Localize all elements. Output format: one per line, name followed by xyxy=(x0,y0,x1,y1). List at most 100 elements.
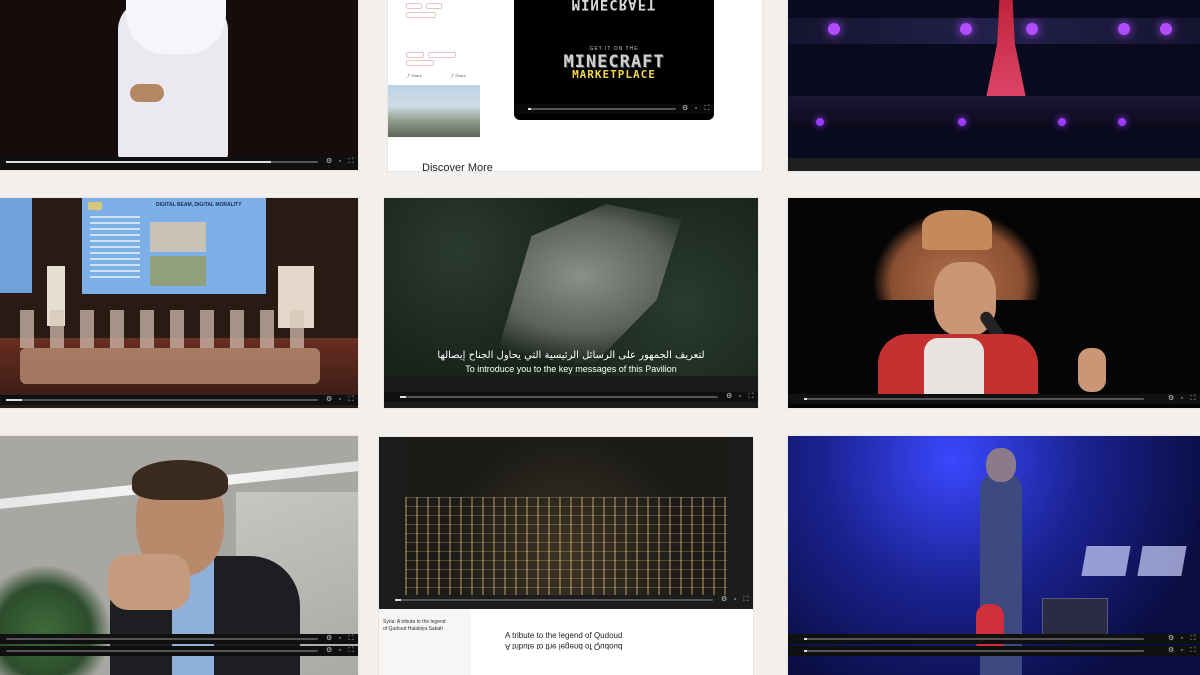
fullscreen-icon[interactable]: ⛶ xyxy=(348,396,354,403)
video-tile-pavilion[interactable]: لتعريف الجمهور على الرسائل الرئيسية التي… xyxy=(384,198,758,408)
fullscreen-icon[interactable]: ⛶ xyxy=(1190,635,1196,642)
video-control-bar-2: ⚙ ▫ ⛶ xyxy=(0,646,358,656)
settings-icon[interactable]: ⚙ xyxy=(326,647,332,654)
pip-icon[interactable]: ▫ xyxy=(337,396,343,403)
tag-chip[interactable] xyxy=(406,3,422,9)
settings-icon[interactable]: ⚙ xyxy=(726,393,732,400)
video-tile-speaker[interactable]: ⚙ ▫ ⛶ xyxy=(0,0,358,170)
man-hair xyxy=(132,460,228,500)
video-call-panel-2 xyxy=(150,256,206,286)
settings-icon[interactable]: ⚙ xyxy=(326,158,332,165)
video-control-bar: ⚙ ▫ ⛶ xyxy=(0,395,358,405)
side-screen xyxy=(0,198,32,293)
stage-lights-row xyxy=(788,18,1200,44)
progress-track[interactable] xyxy=(6,399,318,401)
singer-hand xyxy=(1078,348,1106,392)
hat-crown xyxy=(922,210,992,250)
panelists xyxy=(20,310,310,348)
video-control-bar: ⚙ ▫ ⛶ xyxy=(379,595,753,605)
fullscreen-icon[interactable]: ⛶ xyxy=(1190,647,1196,654)
settings-icon[interactable]: ⚙ xyxy=(1168,395,1174,402)
video-call-panel-1 xyxy=(150,222,206,252)
city-aerial xyxy=(405,437,727,595)
screen-logo xyxy=(88,202,102,210)
video-tile-city-night[interactable]: ⚙ ▫ ⛶ Syria: A tribute to the legend of … xyxy=(379,437,753,675)
building-thumbnail[interactable] xyxy=(388,85,480,137)
video-tile-harmonica[interactable]: ⚙ ▫ ⛶ ⚙ ▫ ⛶ xyxy=(0,436,358,675)
music-stand-2 xyxy=(1137,546,1187,576)
share-link[interactable]: ⤴ Share xyxy=(406,73,422,79)
main-projection-screen: DIGITAL BEAM, DIGITAL MORALITY xyxy=(82,198,266,294)
progress-track[interactable] xyxy=(804,398,1144,400)
pip-icon[interactable]: ▫ xyxy=(337,635,343,642)
settings-icon[interactable]: ⚙ xyxy=(1168,647,1174,654)
fullscreen-icon[interactable]: ⛶ xyxy=(348,158,354,165)
tag-chip[interactable] xyxy=(428,52,456,58)
subtitle-arabic: لتعريف الجمهور على الرسائل الرئيسية التي… xyxy=(437,350,705,361)
legend-title-mirrored: A tribute to the legend of Qudoud xyxy=(505,642,623,651)
progress-track[interactable] xyxy=(6,161,318,163)
video-tile-panel-discussion[interactable]: DIGITAL BEAM, DIGITAL MORALITY ⚙ ▫ ⛶ xyxy=(0,198,358,408)
legend-caption-left: Syria: A tribute to the legend of Qudoud… xyxy=(379,609,471,675)
marketplace-logo: MARKETPLACE xyxy=(572,68,656,81)
city-video-frame[interactable]: ⚙ ▫ ⛶ xyxy=(379,437,753,609)
rug xyxy=(20,348,320,384)
fullscreen-icon[interactable]: ⛶ xyxy=(743,596,749,603)
pip-icon[interactable]: ▫ xyxy=(693,105,699,112)
fullscreen-icon[interactable]: ⛶ xyxy=(704,105,710,112)
tag-chip[interactable] xyxy=(406,12,436,18)
guitarist-head xyxy=(986,448,1016,482)
pip-icon[interactable]: ▫ xyxy=(337,158,343,165)
tag-chip[interactable] xyxy=(426,3,442,9)
settings-icon[interactable]: ⚙ xyxy=(682,105,688,112)
settings-icon[interactable]: ⚙ xyxy=(326,635,332,642)
pip-icon[interactable]: ▫ xyxy=(1179,647,1185,654)
progress-track[interactable] xyxy=(528,108,676,110)
pip-icon[interactable]: ▫ xyxy=(1179,395,1185,402)
screen-heading: DIGITAL BEAM, DIGITAL MORALITY xyxy=(156,202,242,208)
settings-icon[interactable]: ⚙ xyxy=(326,396,332,403)
video-tile-singer[interactable]: ⚙ ▫ ⛶ xyxy=(788,198,1200,408)
progress-track[interactable] xyxy=(804,650,1144,652)
left-column: ⤴ Share ⤴ Share xyxy=(388,0,480,171)
minecraft-mirrored-logo: MINECRAFT xyxy=(571,0,657,12)
progress-track[interactable] xyxy=(400,396,718,398)
letterbox-bottom xyxy=(788,158,1200,171)
video-tile-stage-performer[interactable] xyxy=(788,0,1200,171)
progress-track[interactable] xyxy=(395,599,713,601)
settings-icon[interactable]: ⚙ xyxy=(721,596,727,603)
pip-icon[interactable]: ▫ xyxy=(732,596,738,603)
video-control-bar: ⚙ ▫ ⛶ xyxy=(788,634,1200,644)
progress-track[interactable] xyxy=(6,638,318,640)
progress-track[interactable] xyxy=(6,650,318,652)
pip-icon[interactable]: ▫ xyxy=(737,393,743,400)
video-control-bar-2: ⚙ ▫ ⛶ xyxy=(788,646,1200,656)
video-control-bar: ⚙ ▫ ⛶ xyxy=(0,634,358,644)
share-link-2[interactable]: ⤴ Share xyxy=(450,73,466,79)
video-control-bar: ⚙ ▫ ⛶ xyxy=(0,157,358,167)
plant xyxy=(0,566,110,675)
legend-title: A tribute to the legend of Qudoud xyxy=(505,631,623,640)
pip-icon[interactable]: ▫ xyxy=(337,647,343,654)
discover-more-heading: Discover More xyxy=(422,162,493,171)
garment-white-pattern xyxy=(924,338,984,396)
tag-chip[interactable] xyxy=(406,60,434,66)
performer-red-dress xyxy=(984,0,1028,108)
web-page-tile[interactable]: ⤴ Share ⤴ Share Discover More MINECRAFT … xyxy=(388,0,762,171)
video-tile-guitarist[interactable]: ⚙ ▫ ⛶ ⚙ ▫ ⛶ xyxy=(788,436,1200,675)
speaker-list xyxy=(90,216,140,282)
progress-track[interactable] xyxy=(804,638,1144,640)
fullscreen-icon[interactable]: ⛶ xyxy=(1190,395,1196,402)
settings-icon[interactable]: ⚙ xyxy=(1168,635,1174,642)
fullscreen-icon[interactable]: ⛶ xyxy=(748,393,754,400)
video-control-bar: ⚙ ▫ ⛶ xyxy=(384,392,758,402)
pip-icon[interactable]: ▫ xyxy=(1179,635,1185,642)
fullscreen-icon[interactable]: ⛶ xyxy=(348,647,354,654)
tag-chip[interactable] xyxy=(406,52,424,58)
subtitle-english: To introduce you to the key messages of … xyxy=(465,364,677,374)
minecraft-video[interactable]: MINECRAFT GET IT ON THE MINECRAFT MARKET… xyxy=(514,0,714,120)
fullscreen-icon[interactable]: ⛶ xyxy=(348,635,354,642)
speaker-hand xyxy=(130,84,164,102)
city-lights xyxy=(405,497,727,595)
video-control-bar: ⚙ ▫ ⛶ xyxy=(788,394,1200,404)
